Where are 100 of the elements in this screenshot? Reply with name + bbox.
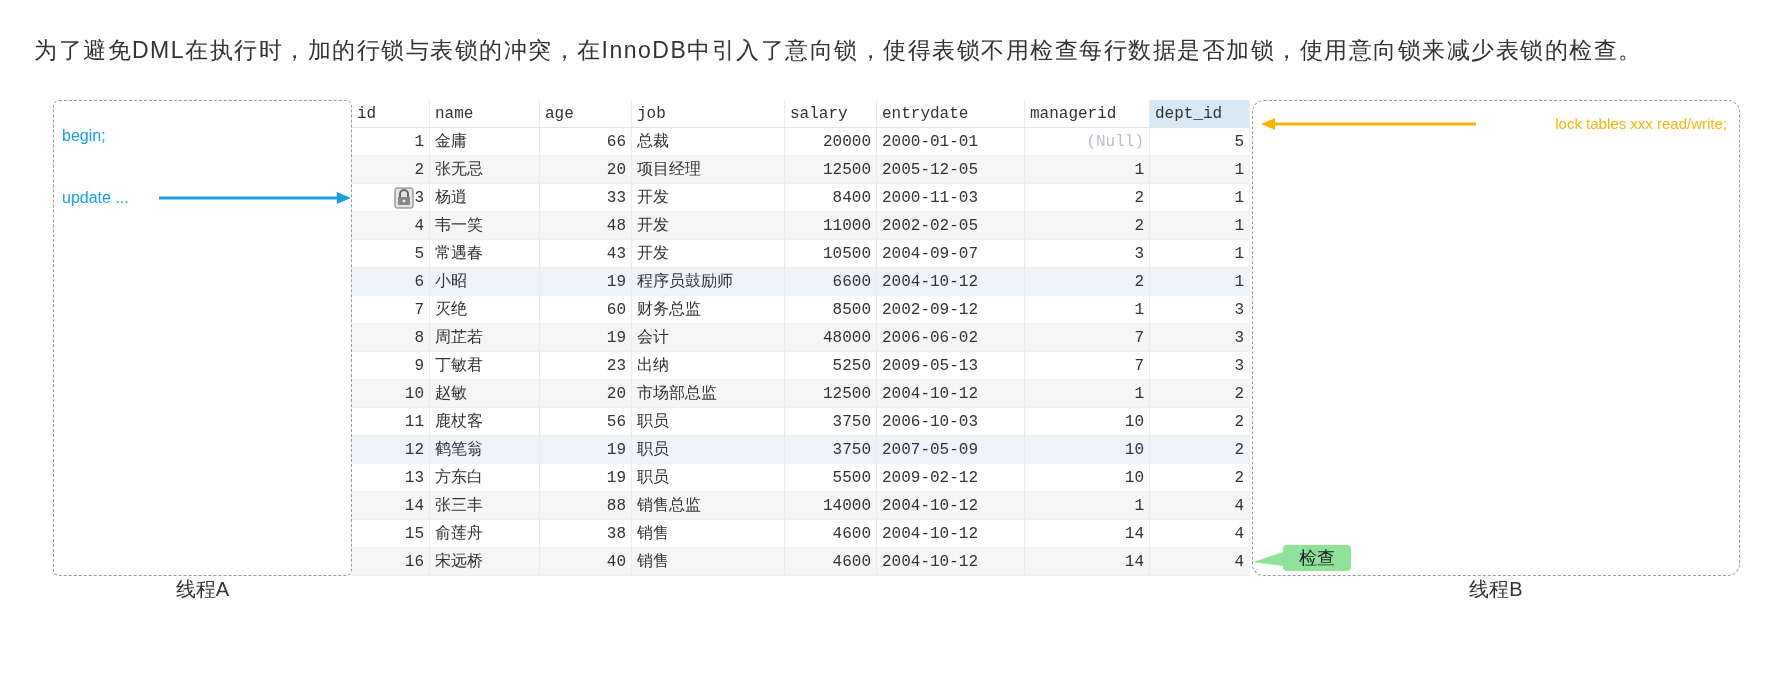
table-row[interactable]: 11 鹿杖客 56 职员 3750 2006-10-03 10 2 xyxy=(352,408,1250,436)
table-cell-text: 43 xyxy=(606,243,626,265)
table-row[interactable]: 2 张无忌 20 项目经理 12500 2005-12-05 1 1 xyxy=(352,156,1250,184)
thread-label: 线程B xyxy=(1469,578,1523,600)
table-cell-text: 10500 xyxy=(823,243,871,265)
table-cell-text: 7 xyxy=(1134,355,1144,377)
table-cell-text: 11 xyxy=(404,411,424,433)
table-cell-text: 14 xyxy=(1124,551,1144,573)
table-cell-text: 15 xyxy=(404,523,424,545)
table-cell-text: 2009-02-12 xyxy=(882,467,978,489)
table-cell-text: 出纳 xyxy=(637,355,669,377)
table-cell-text: 56 xyxy=(606,411,626,433)
table-cell-text: 20 xyxy=(606,159,626,181)
table-cell-text: 10 xyxy=(1124,467,1144,489)
table-cell-text: 5250 xyxy=(832,355,871,377)
table-cell-text: 3 xyxy=(1134,243,1144,265)
table-row[interactable]: 8 周芷若 19 会计 48000 2006-06-02 7 3 xyxy=(352,324,1250,352)
table-cell-text: 19 xyxy=(606,439,626,461)
table-cell-text: 88 xyxy=(606,495,626,517)
table-cell-text: 4600 xyxy=(832,551,871,573)
table-cell-text: 3 xyxy=(1234,299,1244,321)
table-cell-text: 7 xyxy=(414,299,424,321)
table-cell-text: 10 xyxy=(1124,439,1144,461)
table-cell-text: 2002-09-12 xyxy=(882,299,978,321)
code-line: begin; xyxy=(62,126,106,146)
table-cell-text: 2 xyxy=(1134,271,1144,293)
table-cell-text: 2002-02-05 xyxy=(882,215,978,237)
table-cell-text: 1 xyxy=(1234,159,1244,181)
table-cell-text: 1 xyxy=(1134,495,1144,517)
table-cell-text: 66 xyxy=(606,131,626,153)
table-row[interactable]: 15 俞莲舟 38 销售 4600 2004-10-12 14 4 xyxy=(352,520,1250,548)
table-cell-text: 5 xyxy=(1234,131,1244,153)
table-cell-text: 1 xyxy=(1234,187,1244,209)
table-cell-text: 40 xyxy=(606,551,626,573)
table-cell-text: 3750 xyxy=(832,439,871,461)
table-cell-text: 2 xyxy=(1134,215,1144,237)
table-cell-text: 1 xyxy=(1134,383,1144,405)
table-row[interactable]: 3 杨逍 33 开发 8400 2000-11-03 2 1 xyxy=(352,184,1250,212)
table-cell-text: 2004-10-12 xyxy=(882,551,978,573)
table-cell-text: 19 xyxy=(606,271,626,293)
table-cell-text: 5 xyxy=(414,243,424,265)
table-cell-text: 鹿杖客 xyxy=(435,411,483,433)
code-line: update ... xyxy=(62,188,129,208)
table-row[interactable]: 7 灭绝 60 财务总监 8500 2002-09-12 1 3 xyxy=(352,296,1250,324)
table-cell-text: 1 xyxy=(1134,159,1144,181)
table-row[interactable]: 1 金庸 66 总裁 20000 2000-01-01 (Null) 5 xyxy=(352,128,1250,156)
table-cell-text: 2005-12-05 xyxy=(882,159,978,181)
table-cell-text: 14000 xyxy=(823,495,871,517)
table-cell-text: 2 xyxy=(414,159,424,181)
table-cell-text: 张三丰 xyxy=(435,495,483,517)
table-cell-text: 1 xyxy=(1134,299,1144,321)
table-cell-text: 会计 xyxy=(637,327,669,349)
table-cell-text: 20 xyxy=(606,383,626,405)
arrow-icon xyxy=(1261,118,1476,131)
table-cell-text: 4 xyxy=(1234,495,1244,517)
table-row[interactable]: 14 张三丰 88 销售总监 14000 2004-10-12 1 4 xyxy=(352,492,1250,520)
table-cell-text: 2 xyxy=(1134,187,1144,209)
table-row[interactable]: 16 宋远桥 40 销售 4600 2004-10-12 14 4 xyxy=(352,548,1250,576)
table-cell-text: 23 xyxy=(606,355,626,377)
table-cell-text: 销售 xyxy=(637,551,669,573)
table-cell-text: 1 xyxy=(1234,243,1244,265)
table-cell-text: 项目经理 xyxy=(637,159,701,181)
table-row[interactable]: 9 丁敏君 23 出纳 5250 2009-05-13 7 3 xyxy=(352,352,1250,380)
table-row[interactable]: 6 小昭 19 程序员鼓励师 6600 2004-10-12 2 1 xyxy=(352,268,1250,296)
table-cell-text: 总裁 xyxy=(637,131,669,153)
table-cell-text: 灭绝 xyxy=(435,299,467,321)
table-cell-text: 4600 xyxy=(832,523,871,545)
table-cell-text: 财务总监 xyxy=(637,299,701,321)
table-cell-text: 8400 xyxy=(832,187,871,209)
table-cell-text: 5500 xyxy=(832,467,871,489)
table-cell-text: 10 xyxy=(404,383,424,405)
table-row[interactable]: 13 方东白 19 职员 5500 2009-02-12 10 2 xyxy=(352,464,1250,492)
table-cell-text: 小昭 xyxy=(435,271,467,293)
table-cell-text: 2 xyxy=(1234,383,1244,405)
table-cell-text: 2000-01-01 xyxy=(882,131,978,153)
table-cell-text: 丁敏君 xyxy=(435,355,483,377)
table-cell-text: 张无忌 xyxy=(435,159,483,181)
table-cell-text: 6600 xyxy=(832,271,871,293)
table-cell-text: 韦一笑 xyxy=(435,215,483,237)
table-cell-text: 38 xyxy=(606,523,626,545)
table-cell-text: 4 xyxy=(1234,551,1244,573)
table-cell-text: 赵敏 xyxy=(435,383,467,405)
column-header[interactable]: dept_id xyxy=(1150,100,1250,127)
table-cell-text: 14 xyxy=(1124,523,1144,545)
table-row[interactable]: 12 鹤笔翁 19 职员 3750 2007-05-09 10 2 xyxy=(352,436,1250,464)
table-cell-text: 11000 xyxy=(823,215,871,237)
table-row[interactable]: 10 赵敏 20 市场部总监 12500 2004-10-12 1 2 xyxy=(352,380,1250,408)
table-row[interactable]: 4 韦一笑 48 开发 11000 2002-02-05 2 1 xyxy=(352,212,1250,240)
table-cell-text: 程序员鼓励师 xyxy=(637,271,733,293)
table-cell-text: 周芷若 xyxy=(435,327,483,349)
table-cell-text: 金庸 xyxy=(435,131,467,153)
table-cell-text: 方东白 xyxy=(435,467,483,489)
table-row[interactable]: 5 常遇春 43 开发 10500 2004-09-07 3 1 xyxy=(352,240,1250,268)
table-cell-text: 7 xyxy=(1134,327,1144,349)
table-cell-text: 常遇春 xyxy=(435,243,483,265)
table-cell-text: 销售 xyxy=(637,523,669,545)
table-cell-text: 4 xyxy=(1234,523,1244,545)
table-cell-text: 1 xyxy=(1234,271,1244,293)
table-cell-text: 3 xyxy=(414,187,424,209)
table-cell-text: 4 xyxy=(414,215,424,237)
